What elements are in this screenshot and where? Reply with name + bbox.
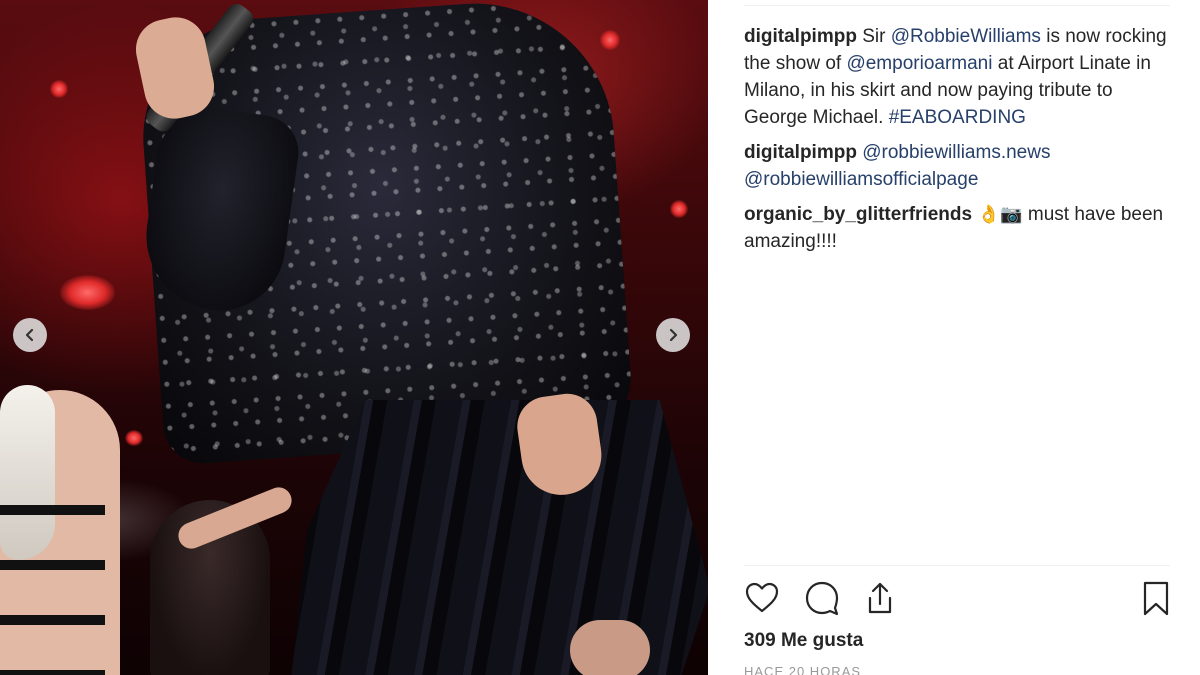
stage-light [670,200,688,218]
comment-username[interactable]: organic_by_glitterfriends [744,204,972,225]
save-button[interactable] [1138,580,1174,616]
comment: digitalpimpp Sir @RobbieWilliams is now … [744,23,1174,131]
chevron-right-icon [669,328,678,342]
comment-list: digitalpimpp Sir @RobbieWilliams is now … [744,23,1174,263]
post-timestamp[interactable]: HACE 20 HORAS [744,664,861,675]
chevron-left-icon [25,328,34,342]
comment-text: Sir [856,26,891,47]
stage-light [600,30,620,50]
mention-link[interactable]: @RobbieWilliams [891,26,1041,47]
comment-bubble-icon [805,581,839,616]
next-photo-button[interactable] [656,318,690,352]
emoji: 👌📷 [972,204,1023,225]
stage-light [125,430,143,446]
comment-button[interactable] [804,580,840,616]
mention-link[interactable]: @robbiewilliams.news [862,142,1050,163]
comment: digitalpimpp @robbiewilliams.news @robbi… [744,139,1174,193]
action-bar [744,580,1172,620]
mention-link[interactable]: @emporioarmani [846,53,992,74]
hashtag-link[interactable]: #EABOARDING [889,107,1026,128]
divider [744,565,1170,566]
comment-username[interactable]: digitalpimpp [744,26,857,47]
post-side-panel: digitalpimpp Sir @RobbieWilliams is now … [708,0,1200,675]
comment: organic_by_glitterfriends 👌📷 must have b… [744,201,1174,255]
performer-leg [570,620,650,675]
previous-photo-button[interactable] [13,318,47,352]
like-button[interactable] [744,580,780,616]
stage-light [50,80,68,98]
dancer-harness [0,480,105,675]
divider [744,5,1170,6]
mention-link[interactable]: @robbiewilliamsofficialpage [744,169,978,190]
comment-username[interactable]: digitalpimpp [744,142,857,163]
heart-icon [745,582,779,613]
stage-light [60,275,115,310]
like-count[interactable]: 309 Me gusta [744,630,863,652]
post-photo [0,0,708,675]
bookmark-icon [1143,581,1169,616]
share-icon [868,582,892,614]
share-button[interactable] [862,580,898,616]
